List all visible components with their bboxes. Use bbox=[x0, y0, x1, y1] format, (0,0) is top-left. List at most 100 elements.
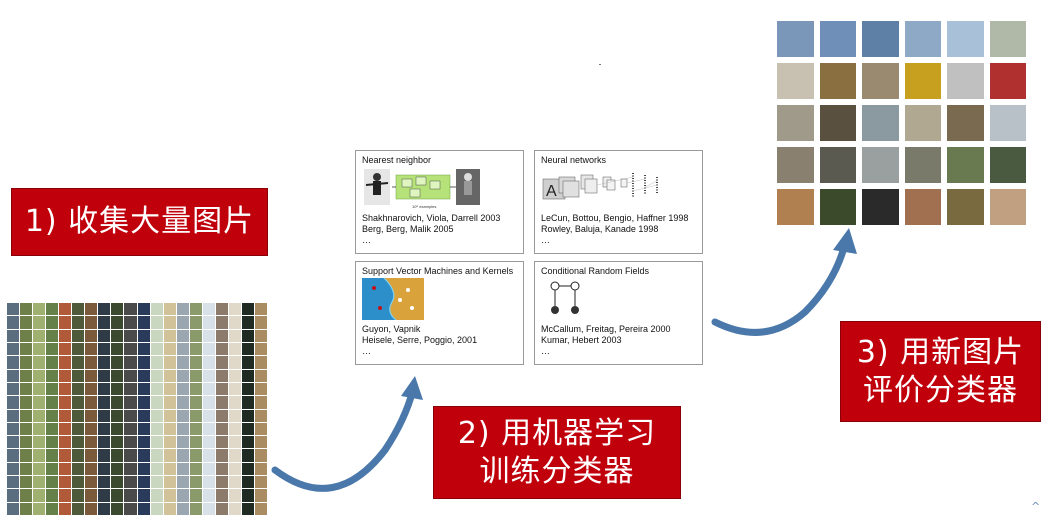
thumbnail bbox=[228, 316, 241, 329]
test-image bbox=[819, 147, 856, 183]
thumbnail bbox=[33, 303, 46, 316]
thumbnail bbox=[176, 449, 189, 462]
thumbnail bbox=[202, 409, 215, 422]
thumbnail bbox=[241, 316, 254, 329]
thumbnail bbox=[137, 462, 150, 476]
thumbnail bbox=[150, 369, 163, 382]
thumbnail bbox=[85, 356, 98, 369]
panel-title: Conditional Random Fields bbox=[541, 266, 650, 276]
thumbnail bbox=[33, 329, 46, 342]
thumbnail bbox=[85, 316, 98, 329]
thumbnail bbox=[150, 409, 163, 422]
thumbnail bbox=[150, 329, 163, 342]
thumbnail bbox=[163, 356, 176, 369]
thumbnail bbox=[254, 342, 267, 356]
thumbnail bbox=[46, 356, 59, 369]
thumbnail bbox=[189, 476, 202, 489]
test-image bbox=[862, 147, 899, 183]
thumbnail bbox=[176, 436, 189, 449]
thumbnail bbox=[176, 489, 189, 502]
thumbnail bbox=[111, 342, 124, 356]
thumbnail bbox=[33, 356, 46, 369]
thumbnail bbox=[33, 422, 46, 436]
thumbnail bbox=[111, 422, 124, 436]
thumbnail bbox=[111, 303, 124, 316]
thumbnail bbox=[33, 396, 46, 409]
test-image bbox=[819, 189, 856, 225]
thumbnail bbox=[46, 369, 59, 382]
thumbnail bbox=[59, 409, 72, 422]
ref-line: Kumar, Hebert 2003 bbox=[541, 335, 622, 345]
thumbnail bbox=[176, 356, 189, 369]
thumbnail bbox=[72, 436, 85, 449]
chevron-up-icon[interactable]: ^ bbox=[1031, 500, 1040, 513]
ref-line: Rowley, Baluja, Kanade 1998 bbox=[541, 224, 659, 234]
thumbnail bbox=[98, 316, 111, 329]
thumbnail bbox=[85, 502, 98, 515]
thumbnail bbox=[20, 436, 33, 449]
thumbnail bbox=[85, 329, 98, 342]
thumbnail bbox=[59, 329, 72, 342]
thumbnail bbox=[254, 502, 267, 515]
thumbnail bbox=[228, 396, 241, 409]
thumbnail bbox=[163, 502, 176, 515]
step1-label: 1) 收集大量图片 bbox=[11, 188, 268, 256]
thumbnail bbox=[215, 303, 228, 316]
thumbnail bbox=[202, 356, 215, 369]
thumbnail bbox=[202, 342, 215, 356]
thumbnail bbox=[163, 489, 176, 502]
thumbnail bbox=[241, 436, 254, 449]
thumbnail bbox=[33, 369, 46, 382]
thumbnail bbox=[150, 342, 163, 356]
thumbnail bbox=[176, 369, 189, 382]
thumbnail bbox=[163, 409, 176, 422]
thumbnail bbox=[228, 489, 241, 502]
thumbnail bbox=[202, 436, 215, 449]
thumbnail bbox=[189, 303, 202, 316]
thumbnail bbox=[189, 409, 202, 422]
thumbnail bbox=[124, 382, 137, 396]
thumbnail bbox=[111, 502, 124, 515]
thumbnail bbox=[20, 489, 33, 502]
thumbnail bbox=[72, 422, 85, 436]
thumbnail bbox=[59, 382, 72, 396]
thumbnail bbox=[137, 303, 150, 316]
thumbnail bbox=[241, 476, 254, 489]
thumbnail bbox=[20, 462, 33, 476]
thumbnail bbox=[163, 396, 176, 409]
thumbnail bbox=[202, 382, 215, 396]
thumbnail bbox=[7, 502, 20, 515]
thumbnail bbox=[228, 462, 241, 476]
thumbnail bbox=[150, 316, 163, 329]
thumbnail bbox=[228, 382, 241, 396]
thumbnail bbox=[202, 476, 215, 489]
ref-line: Berg, Berg, Malik 2005 bbox=[362, 224, 454, 234]
thumbnail bbox=[7, 396, 20, 409]
thumbnail bbox=[111, 489, 124, 502]
thumbnail bbox=[98, 369, 111, 382]
thumbnail bbox=[124, 436, 137, 449]
thumbnail bbox=[7, 316, 20, 329]
thumbnail bbox=[46, 382, 59, 396]
thumbnail bbox=[46, 449, 59, 462]
thumbnail bbox=[20, 502, 33, 515]
test-image bbox=[819, 105, 856, 141]
thumbnail bbox=[202, 462, 215, 476]
thumbnail bbox=[59, 369, 72, 382]
thumbnail bbox=[59, 356, 72, 369]
thumbnail bbox=[215, 409, 228, 422]
thumbnail bbox=[137, 316, 150, 329]
panel-title: Neural networks bbox=[541, 155, 607, 165]
thumbnail bbox=[20, 342, 33, 356]
test-image bbox=[904, 189, 941, 225]
thumbnail bbox=[124, 449, 137, 462]
thumbnail bbox=[228, 476, 241, 489]
thumbnail bbox=[241, 356, 254, 369]
thumbnail bbox=[98, 342, 111, 356]
thumbnail bbox=[137, 422, 150, 436]
thumbnail bbox=[111, 409, 124, 422]
thumbnail bbox=[228, 356, 241, 369]
neural-network-illustration: A bbox=[542, 173, 658, 200]
thumbnail bbox=[98, 489, 111, 502]
thumbnail bbox=[85, 436, 98, 449]
